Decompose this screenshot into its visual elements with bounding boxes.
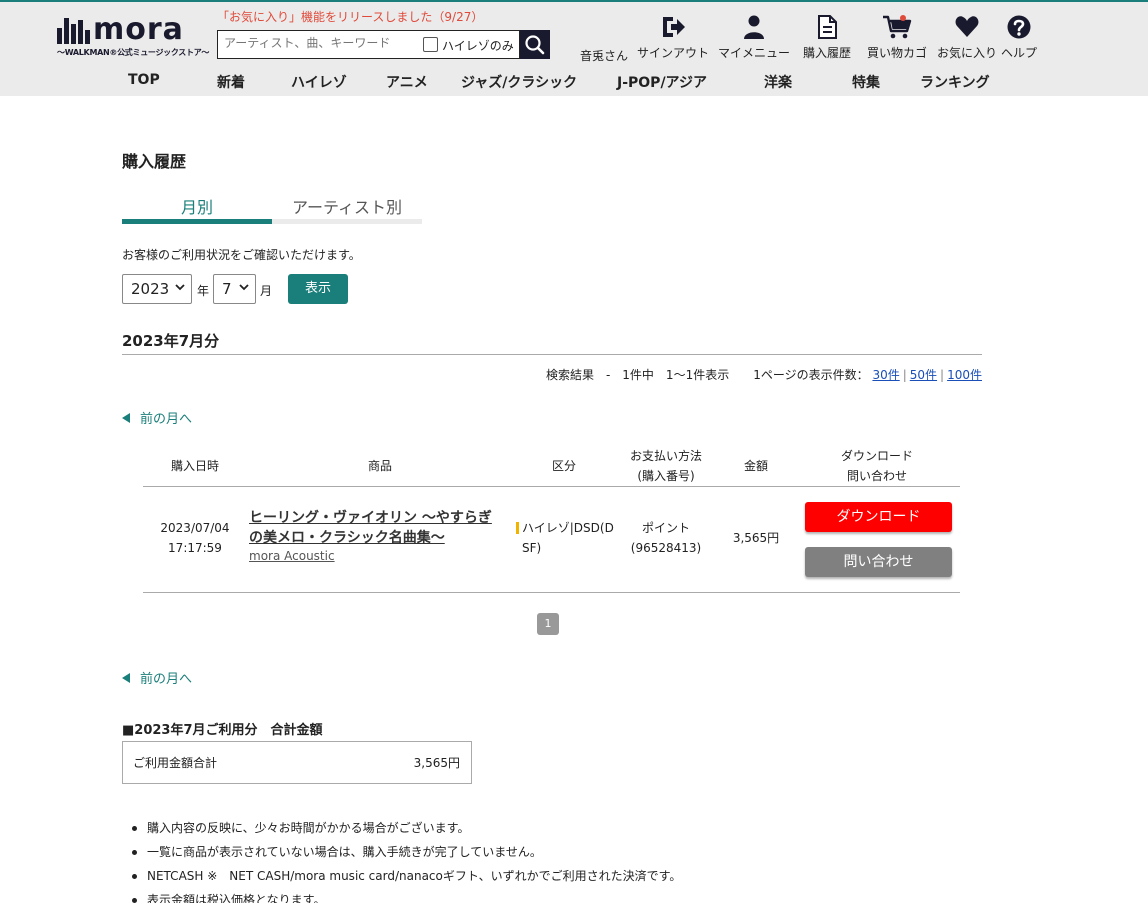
nav-favorites[interactable]: お気に入り	[936, 14, 998, 60]
table-header-rule	[143, 486, 960, 487]
product-artist-link[interactable]: mora Acoustic	[249, 549, 335, 563]
nav-sign-out[interactable]: サインアウト	[637, 14, 709, 60]
page-title: 購入履歴	[122, 152, 187, 171]
list-item: 購入内容の反映に、少々お時間がかかる場合がございます。	[132, 818, 681, 842]
intro-text: お客様のご利用状況をご確認いただけます。	[122, 248, 361, 262]
logo-bars-icon	[57, 18, 90, 44]
nav-my-menu[interactable]: マイメニュー	[718, 14, 790, 60]
col-header-amount: 金額	[743, 459, 768, 473]
search-button[interactable]	[520, 30, 550, 59]
hires-only-label[interactable]: ハイレゾのみ	[442, 37, 514, 54]
hires-only-checkbox[interactable]	[423, 37, 438, 52]
per-page-30-link[interactable]: 30件	[872, 368, 899, 382]
row-date: 2023/07/04 17:17:59	[160, 521, 230, 555]
total-label: ご利用金額合計	[133, 756, 218, 770]
chevron-down-icon	[175, 284, 185, 291]
genre-nav-jazz-classic[interactable]: ジャズ/クラシック	[461, 72, 577, 92]
month-unit: 月	[260, 284, 273, 298]
total-heading: ■2023年7月ご利用分 合計金額	[122, 723, 323, 738]
nav-help[interactable]: ヘルプ	[1001, 14, 1037, 60]
row-category: ハイレゾ|DSD(D SF)	[522, 521, 614, 555]
prev-month-link-top[interactable]: 前の月へ	[122, 408, 192, 427]
genre-nav-ranking[interactable]: ランキング	[920, 72, 990, 92]
per-page-100-link[interactable]: 100件	[947, 368, 982, 382]
col-header-download: ダウンロード 問い合わせ	[840, 449, 913, 483]
row-payment: ポイント (96528413)	[630, 521, 702, 555]
list-item: 表示金額は税込価格となります。	[132, 890, 681, 903]
site-header: mora 〜WALKMAN®公式ミュージックストア〜 「お気に入り」機能をリリー…	[0, 0, 1148, 96]
inquiry-button[interactable]: 問い合わせ	[805, 547, 952, 577]
list-item: NETCASH ※ NET CASH/mora music card/nanac…	[132, 866, 681, 890]
col-header-product: 商品	[367, 459, 392, 473]
genre-nav-new[interactable]: 新着	[217, 72, 245, 92]
month-heading: 2023年7月分	[122, 332, 220, 350]
genre-nav-anime[interactable]: アニメ	[386, 72, 428, 92]
page-1-button[interactable]: 1	[537, 613, 559, 635]
help-icon	[1007, 15, 1031, 39]
download-button[interactable]: ダウンロード	[805, 502, 952, 532]
triangle-left-icon	[122, 673, 130, 683]
col-header-category: 区分	[551, 459, 576, 473]
release-notice[interactable]: 「お気に入り」機能をリリースしました（9/27）	[217, 8, 483, 25]
genre-nav-western[interactable]: 洋楽	[764, 72, 792, 92]
chevron-down-icon	[239, 284, 249, 291]
mora-logo[interactable]: mora 〜WALKMAN®公式ミュージックストア〜	[57, 12, 209, 60]
search-input[interactable]	[224, 36, 424, 50]
genre-nav-top[interactable]: TOP	[128, 72, 160, 88]
table-bottom-rule	[143, 592, 960, 593]
prev-month-link-bottom[interactable]: 前の月へ	[122, 668, 192, 687]
notes-list: 購入内容の反映に、少々お時間がかかる場合がございます。 一覧に商品が表示されてい…	[132, 818, 681, 903]
triangle-left-icon	[122, 413, 130, 423]
list-item: 一覧に商品が表示されていない場合は、購入手続きが完了していません。	[132, 842, 681, 866]
year-select[interactable]: 2023	[122, 274, 192, 304]
category-marker	[516, 522, 519, 534]
user-icon	[744, 15, 764, 39]
search-box: ハイレゾのみ	[217, 30, 520, 59]
nav-purchase-history[interactable]: 購入履歴	[802, 14, 852, 60]
month-select[interactable]: 7	[213, 274, 256, 304]
year-select-value: 2023	[131, 280, 170, 298]
product-title-link[interactable]: ヒーリング・ヴァイオリン 〜やすらぎ の美メロ・クラシック名曲集〜	[249, 508, 499, 548]
show-button[interactable]: 表示	[288, 274, 348, 304]
divider	[122, 354, 982, 355]
total-box: ご利用金額合計 3,565円	[122, 741, 472, 784]
result-summary: 検索結果 - 1件中 1〜1件表示 1ページの表示件数： 30件 | 50件 | 100…	[545, 368, 982, 382]
cart-icon	[883, 15, 912, 39]
month-select-value: 7	[222, 280, 232, 298]
logo-text: mora	[93, 12, 184, 47]
heart-icon	[955, 16, 979, 37]
result-summary-text: 検索結果 - 1件中 1〜1件表示 1ページの表示件数：	[545, 368, 869, 382]
document-icon	[818, 15, 837, 39]
genre-nav-features[interactable]: 特集	[852, 72, 880, 92]
tab-monthly[interactable]: 月別	[122, 194, 272, 224]
row-amount: 3,565円	[732, 531, 780, 545]
year-unit: 年	[197, 284, 210, 298]
genre-nav-jpop-asia[interactable]: J-POP/アジア	[617, 72, 707, 92]
tab-by-artist[interactable]: アーティスト別	[272, 194, 422, 224]
logo-tagline: 〜WALKMAN®公式ミュージックストア〜	[57, 48, 210, 57]
search-icon	[525, 35, 545, 55]
sign-out-icon	[663, 17, 685, 37]
col-header-payment: お支払い方法 (購入番号)	[629, 449, 702, 483]
total-value: 3,565円	[413, 756, 460, 770]
nav-cart[interactable]: 買い物カゴ	[866, 14, 928, 60]
col-header-date: 購入日時	[170, 459, 219, 473]
genre-nav-hires[interactable]: ハイレゾ	[291, 72, 347, 92]
per-page-50-link[interactable]: 50件	[910, 368, 937, 382]
